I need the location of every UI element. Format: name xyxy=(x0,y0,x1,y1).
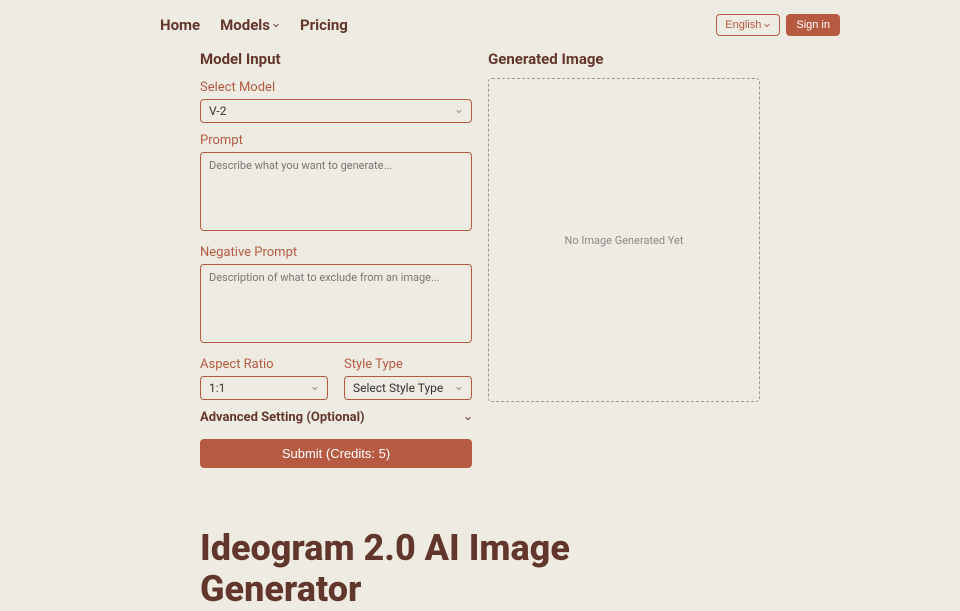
chevron-down-icon xyxy=(464,414,472,422)
select-model-dropdown[interactable]: V-2 xyxy=(200,99,472,123)
advanced-setting-label: Advanced Setting (Optional) xyxy=(200,410,365,425)
nav-pricing[interactable]: Pricing xyxy=(300,16,348,34)
aspect-ratio-value: 1:1 xyxy=(209,381,225,395)
chevron-down-icon xyxy=(311,384,319,392)
chevron-down-icon xyxy=(455,384,463,392)
prompt-label: Prompt xyxy=(200,133,472,148)
language-label: English xyxy=(725,19,761,31)
hero-title: Ideogram 2.0 AI Image Generator xyxy=(0,468,600,611)
nav-models[interactable]: Models xyxy=(220,16,280,34)
aspect-ratio-label: Aspect Ratio xyxy=(200,357,328,372)
language-button[interactable]: English xyxy=(716,14,780,36)
chevron-down-icon xyxy=(272,21,280,29)
style-type-dropdown[interactable]: Select Style Type xyxy=(344,376,472,400)
style-type-label: Style Type xyxy=(344,357,472,372)
submit-button[interactable]: Submit (Credits: 5) xyxy=(200,439,472,468)
chevron-down-icon xyxy=(763,21,771,29)
style-type-value: Select Style Type xyxy=(353,381,443,395)
model-input-title: Model Input xyxy=(200,50,472,68)
prompt-input[interactable] xyxy=(200,152,472,231)
signin-button[interactable]: Sign in xyxy=(786,14,840,36)
aspect-ratio-dropdown[interactable]: 1:1 xyxy=(200,376,328,400)
nav-models-label: Models xyxy=(220,16,270,34)
select-model-label: Select Model xyxy=(200,80,472,95)
negative-prompt-input[interactable] xyxy=(200,264,472,343)
chevron-down-icon xyxy=(455,107,463,115)
select-model-value: V-2 xyxy=(209,104,226,118)
no-image-text: No Image Generated Yet xyxy=(565,234,684,247)
negative-prompt-label: Negative Prompt xyxy=(200,245,472,260)
advanced-setting-toggle[interactable]: Advanced Setting (Optional) xyxy=(200,410,472,425)
nav-home[interactable]: Home xyxy=(160,16,200,34)
generated-image-placeholder: No Image Generated Yet xyxy=(488,78,760,402)
generated-image-title: Generated Image xyxy=(488,50,760,68)
